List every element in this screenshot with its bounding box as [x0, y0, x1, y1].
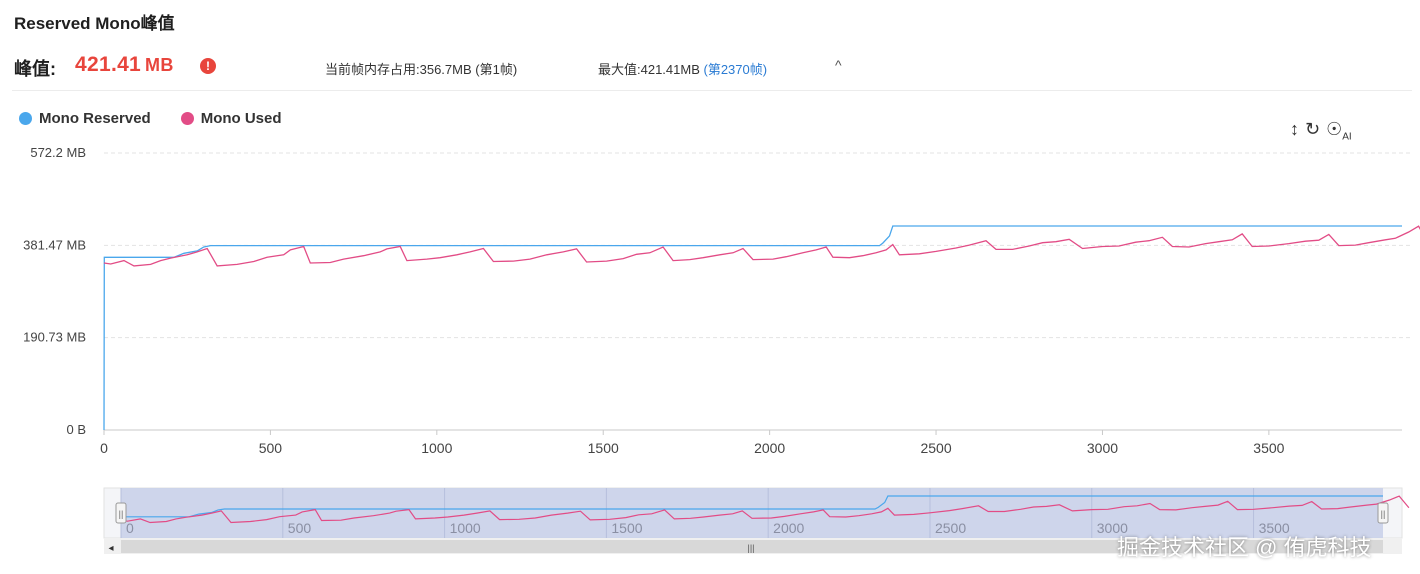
handle-grip: || — [119, 509, 124, 519]
legend-dot-mono-reserved — [19, 112, 32, 125]
peak-value-unit: MB — [145, 55, 174, 75]
chart-series — [103, 225, 1420, 431]
scroll-left-arrow[interactable]: ◂ — [108, 543, 113, 554]
chart-toolbar: ↕ ↻ ☉AI — [1290, 119, 1352, 143]
chart-title: Reserved Mono峰值 — [14, 14, 175, 33]
header-divider — [12, 90, 1412, 91]
resize-icon[interactable]: ↕ — [1290, 119, 1299, 143]
peak-label: 峰值: — [14, 59, 56, 79]
peak-value-number: 421.41 — [75, 53, 142, 76]
watermark: 掘金技术社区 @ 侑虎科技 — [1117, 535, 1372, 560]
navigator-right-handle[interactable]: || — [1377, 502, 1389, 524]
ai-icon-text: AI — [1342, 131, 1352, 143]
legend-label-mono-reserved: Mono Reserved — [39, 110, 151, 127]
scrollbar-grip: ||| — [747, 543, 754, 553]
navigator-tick-label: 0 — [126, 520, 134, 536]
ai-icon-glyph: ☉ — [1326, 119, 1343, 139]
x-tick-label: 2000 — [754, 440, 785, 456]
handle-body — [115, 502, 127, 524]
y-tick-label: 381.47 MB — [23, 237, 86, 252]
x-tick-label: 3000 — [1087, 440, 1118, 456]
legend-item-mono-used[interactable]: Mono Used — [180, 110, 282, 127]
handle-grip: || — [1381, 509, 1386, 519]
x-tick-label: 3500 — [1253, 440, 1284, 456]
series-line-mono-reserved — [103, 225, 1402, 431]
legend-label-mono-used: Mono Used — [200, 110, 282, 127]
navigator-tick-label: 500 — [288, 520, 312, 536]
x-tick-label: 1500 — [588, 440, 619, 456]
x-tick-label: 0 — [100, 440, 108, 456]
x-tick-label: 1000 — [421, 440, 452, 456]
legend-item-mono-reserved[interactable]: Mono Reserved — [19, 110, 151, 127]
legend: Mono Reserved Mono Used — [19, 110, 282, 127]
handle-body — [1377, 502, 1389, 524]
refresh-icon[interactable]: ↻ — [1305, 119, 1320, 143]
navigator-tick-label: 1500 — [611, 520, 642, 536]
navigator-line-mono-used — [120, 495, 1410, 524]
x-axis: 0 500 1000 1500 2000 2500 3000 3500 — [100, 429, 1402, 456]
memory-line-chart[interactable]: 0 B 190.73 MB 381.47 MB 572.2 MB 0 500 1000 15… — [0, 0, 1420, 574]
x-tick-label: 2500 — [920, 440, 951, 456]
series-line-mono-used — [103, 225, 1420, 267]
navigator-line-mono-reserved — [121, 495, 1383, 518]
legend-dot-mono-used — [180, 112, 194, 125]
navigator-left-handle[interactable]: || — [115, 502, 127, 524]
max-value-text: 最大值:421.41MB — [598, 62, 704, 77]
max-value: 最大值:421.41MB (第2370帧) — [598, 59, 767, 78]
chart-grid — [104, 152, 1410, 339]
max-frame-link[interactable]: (第2370帧) — [704, 62, 768, 77]
navigator-tick-label: 2500 — [935, 520, 966, 536]
peak-value: 421.41 MB — [75, 53, 174, 77]
y-axis: 0 B 190.73 MB 381.47 MB 572.2 MB — [23, 145, 86, 437]
ai-analysis-icon[interactable]: ☉AI — [1326, 119, 1352, 143]
y-tick-label: 0 B — [66, 422, 86, 437]
current-frame-memory: 当前帧内存占用:356.7MB (第1帧) — [325, 62, 518, 77]
navigator-tick-label: 1000 — [450, 520, 481, 536]
x-tick-label: 500 — [259, 440, 283, 456]
y-tick-label: 572.2 MB — [30, 145, 86, 160]
navigator-tick-label: 2000 — [773, 520, 804, 536]
y-tick-label: 190.73 MB — [23, 330, 86, 345]
alert-icon[interactable]: ! — [200, 58, 216, 74]
collapse-chevron-icon[interactable]: ^ — [835, 57, 842, 73]
